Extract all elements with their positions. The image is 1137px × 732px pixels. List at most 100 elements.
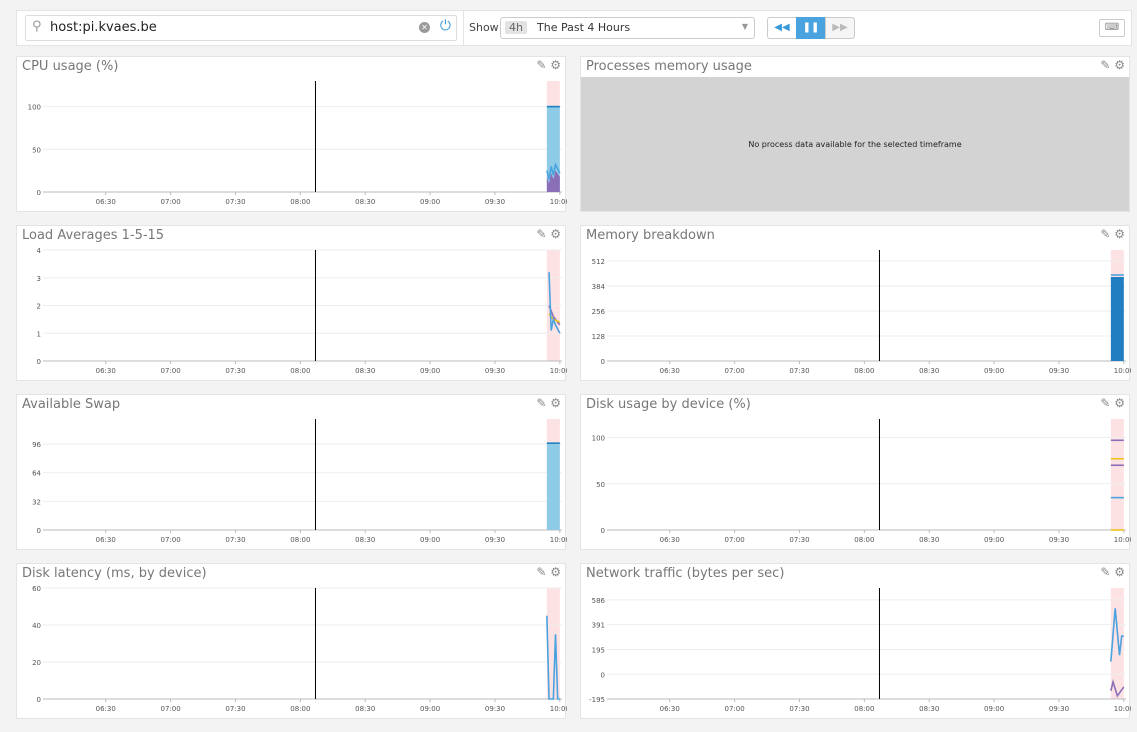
- y-tick-label: 1: [37, 330, 41, 338]
- y-tick-label: 100: [28, 104, 41, 112]
- search-value: host:pi.kvaes.be: [50, 20, 157, 35]
- y-tick-label: 50: [596, 481, 605, 489]
- x-tick-label: 07:00: [160, 536, 180, 544]
- x-tick-label: 09:00: [420, 198, 440, 206]
- chart: 0 32 64 96 06:30 07:00 07:30 08:00 08:30 09:00 09:…: [32, 419, 567, 544]
- y-tick-label: 60: [32, 585, 41, 593]
- x-tick-label: 09:00: [420, 705, 440, 713]
- timeframe-select[interactable]: 4h The Past 4 Hours ▼: [500, 17, 755, 39]
- chart: 0 128 256 384 512 06:30 07:00 07:30 08:00 08:30 09…: [592, 250, 1131, 375]
- chart: 0 50 100 06:30 07:00 07:30 08:00 08:30 09:00 09:3…: [592, 419, 1131, 544]
- gear-icon[interactable]: ⚙: [1114, 58, 1125, 72]
- widget-5: Available Swap ✎ ⚙ 0 32 64 96 06:30 07:00 07:30…: [16, 394, 567, 550]
- y-tick-label: 2: [37, 303, 41, 311]
- y-tick-label: 512: [592, 258, 605, 266]
- x-tick-label: 09:00: [984, 705, 1004, 713]
- widget-2: Processes memory usage ✎ ⚙ No process dat…: [580, 56, 1130, 212]
- x-tick-label: 08:30: [919, 705, 939, 713]
- widget-7: Disk latency (ms, by device) ✎ ⚙ 0 20 40 60 0…: [16, 563, 567, 719]
- x-tick-label: 07:00: [724, 367, 744, 375]
- y-tick-label: 391: [592, 622, 605, 630]
- keyboard-icon[interactable]: ⌨: [1099, 19, 1125, 37]
- x-tick-label: 08:30: [919, 367, 939, 375]
- x-tick-label: 07:30: [789, 536, 809, 544]
- y-tick-label: 64: [32, 470, 41, 478]
- x-tick-label: 08:30: [355, 198, 375, 206]
- x-tick-label: 09:30: [485, 198, 505, 206]
- x-tick-label: 10:00: [1114, 536, 1131, 544]
- x-tick-label: 08:00: [290, 536, 310, 544]
- widget-3: Load Averages 1-5-15 ✎ ⚙ 0 1 2 3 4 06:30 07:00 0…: [16, 225, 567, 381]
- timeframe-badge: 4h: [505, 21, 527, 34]
- x-tick-label: 06:30: [96, 536, 116, 544]
- x-tick-label: 06:30: [660, 536, 680, 544]
- chart: 0 50 100 06:30 07:00 07:30 08:00 08:30 09:00 09:3…: [28, 81, 567, 206]
- x-tick-label: 07:00: [160, 198, 180, 206]
- y-tick-label: 0: [601, 527, 605, 535]
- x-tick-label: 10:00: [550, 198, 567, 206]
- y-tick-label: 384: [592, 283, 606, 291]
- x-tick-label: 09:30: [485, 536, 505, 544]
- rewind-button[interactable]: ◀◀: [767, 17, 797, 39]
- search-input[interactable]: ⚲ host:pi.kvaes.be ✕ ⏻: [25, 15, 457, 41]
- x-tick-label: 07:30: [225, 198, 245, 206]
- widget-title: Processes memory usage: [586, 59, 752, 74]
- forward-button[interactable]: ▶▶: [825, 17, 855, 39]
- power-icon[interactable]: ⏻: [440, 18, 451, 34]
- x-tick-label: 06:30: [96, 198, 116, 206]
- x-tick-label: 07:30: [225, 536, 245, 544]
- x-tick-label: 09:00: [420, 367, 440, 375]
- y-tick-label: 0: [37, 527, 41, 535]
- x-tick-label: 10:00: [1114, 367, 1131, 375]
- top-toolbar: ⚲ host:pi.kvaes.be ✕ ⏻ Show 4h The Past …: [16, 10, 1132, 46]
- no-data-message: No process data available for the select…: [581, 77, 1129, 211]
- y-tick-label: 100: [592, 435, 605, 443]
- x-tick-label: 08:00: [290, 198, 310, 206]
- x-tick-label: 08:00: [854, 536, 874, 544]
- x-tick-label: 08:00: [290, 367, 310, 375]
- divider: [463, 11, 464, 45]
- x-tick-label: 06:30: [660, 705, 680, 713]
- y-tick-label: 4: [37, 247, 42, 255]
- chevron-down-icon: ▼: [741, 22, 748, 31]
- x-tick-label: 10:00: [550, 367, 567, 375]
- series-area: [546, 443, 560, 530]
- x-tick-label: 08:30: [355, 367, 375, 375]
- x-tick-label: 08:00: [854, 705, 874, 713]
- y-tick-label: 586: [592, 597, 606, 605]
- x-tick-label: 06:30: [660, 367, 680, 375]
- y-tick-label: -195: [589, 696, 605, 704]
- chart: -195 0 195 391 586 06:30 07:00 07:30 08:00 08:30 0…: [589, 588, 1131, 713]
- y-tick-label: 50: [32, 146, 41, 154]
- x-tick-label: 08:00: [290, 705, 310, 713]
- x-tick-label: 07:00: [160, 705, 180, 713]
- y-tick-label: 32: [32, 498, 41, 506]
- widget-4: Memory breakdown ✎ ⚙ 0 128 256 384 512 06:30 07…: [580, 225, 1131, 381]
- x-tick-label: 09:30: [1049, 367, 1069, 375]
- timeframe-value: The Past 4 Hours: [537, 21, 631, 34]
- widget-1: CPU usage (%) ✎ ⚙ 0 50 100 06:30 07:00 07:30 08…: [16, 56, 567, 212]
- x-tick-label: 09:00: [420, 536, 440, 544]
- widget-6: Disk usage by device (%) ✎ ⚙ 0 50 100 06:30 0…: [580, 394, 1131, 550]
- y-tick-label: 0: [601, 358, 605, 366]
- x-tick-label: 07:00: [724, 705, 744, 713]
- y-tick-label: 256: [592, 308, 606, 316]
- x-tick-label: 07:00: [724, 536, 744, 544]
- y-tick-label: 128: [592, 333, 605, 341]
- show-label: Show: [469, 21, 499, 34]
- y-tick-label: 195: [592, 647, 605, 655]
- x-tick-label: 08:30: [355, 705, 375, 713]
- chart: 0 20 40 60 06:30 07:00 07:30 08:00 08:30 09:00 09:…: [32, 585, 567, 713]
- x-tick-label: 10:00: [550, 705, 567, 713]
- y-tick-label: 20: [32, 659, 41, 667]
- alert-band: [1110, 419, 1124, 530]
- clear-icon[interactable]: ✕: [419, 22, 430, 33]
- pencil-icon[interactable]: ✎: [1100, 58, 1110, 72]
- x-tick-label: 06:30: [96, 705, 116, 713]
- search-icon: ⚲: [32, 19, 42, 34]
- pause-button[interactable]: ❚❚: [796, 17, 826, 39]
- x-tick-label: 06:30: [96, 367, 116, 375]
- x-tick-label: 07:30: [225, 705, 245, 713]
- x-tick-label: 09:30: [485, 367, 505, 375]
- chart: 0 1 2 3 4 06:30 07:00 07:30 08:00 08:30 09:00 09:30…: [37, 247, 567, 375]
